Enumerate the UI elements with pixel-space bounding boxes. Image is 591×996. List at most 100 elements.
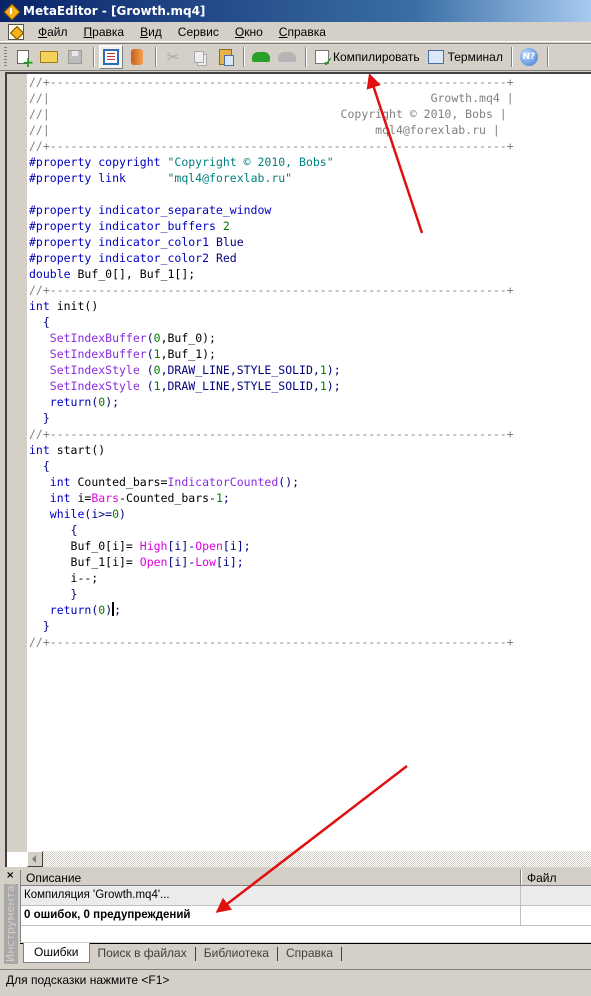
help-icon: N? <box>519 48 538 66</box>
code-token: } <box>29 619 50 633</box>
undo-button[interactable] <box>249 45 273 69</box>
code-line[interactable]: } <box>29 618 591 634</box>
code-line[interactable]: double Buf_0[], Buf_1[]; <box>29 266 591 282</box>
menu-file[interactable]: Файл <box>30 25 76 39</box>
code-line[interactable]: while(i>=0) <box>29 506 591 522</box>
code-token: 0 <box>153 331 161 345</box>
code-line[interactable]: SetIndexBuffer(0,Buf_0); <box>29 330 591 346</box>
code-line[interactable]: //+-------------------------------------… <box>29 634 591 650</box>
code-line[interactable]: //+-------------------------------------… <box>29 426 591 442</box>
navigator-toggle-button[interactable] <box>99 45 123 69</box>
undo-arrow-icon <box>252 52 270 62</box>
column-header-file[interactable]: Файл <box>521 870 591 885</box>
code-token: ( <box>146 331 154 345</box>
menu-window[interactable]: Окно <box>227 25 271 39</box>
code-token: //+-------------------------------------… <box>29 427 514 441</box>
code-token: int <box>29 443 57 457</box>
code-line[interactable]: } <box>29 586 591 602</box>
code-token: { <box>29 459 50 473</box>
terminal-label: Терминал <box>447 50 503 64</box>
tab-search-in-files[interactable]: Поиск в файлах <box>90 944 195 963</box>
help-button[interactable]: N? <box>517 45 541 69</box>
code-line[interactable]: { <box>29 522 591 538</box>
code-line[interactable]: //| Growth.mq4 | <box>29 90 591 106</box>
code-line[interactable] <box>29 186 591 202</box>
code-line[interactable]: #property copyright "Copyright © 2010, B… <box>29 154 591 170</box>
terminal-button[interactable]: Терминал <box>424 45 507 69</box>
code-line[interactable]: SetIndexStyle (1,DRAW_LINE,STYLE_SOLID,1… <box>29 378 591 394</box>
metaeditor-logo-icon <box>4 4 18 18</box>
dictionary-button[interactable] <box>125 45 149 69</box>
code-line[interactable]: { <box>29 458 591 474</box>
toolbar-separator <box>243 47 245 67</box>
code-token: Buf_0[i]= <box>29 539 140 553</box>
code-token: #property indicator_buffers <box>29 219 223 233</box>
code-token: ; <box>114 603 122 617</box>
toolbar-separator <box>155 47 157 67</box>
open-file-button[interactable] <box>37 45 61 69</box>
code-token: ) <box>105 603 113 617</box>
book-icon <box>131 49 143 65</box>
code-token: IndicatorCounted <box>167 475 279 489</box>
document-icon[interactable] <box>8 23 24 40</box>
code-line[interactable]: #property indicator_separate_window <box>29 202 591 218</box>
code-line[interactable]: Buf_0[i]= High[i]-Open[i]; <box>29 538 591 554</box>
code-line[interactable]: int start() <box>29 442 591 458</box>
code-line[interactable]: //+-------------------------------------… <box>29 138 591 154</box>
new-file-button[interactable] <box>11 45 35 69</box>
code-token: ); <box>326 379 341 393</box>
code-area[interactable]: //+-------------------------------------… <box>29 74 591 650</box>
compile-button[interactable]: Компилировать <box>311 45 424 69</box>
menu-help[interactable]: Справка <box>271 25 334 39</box>
close-panel-icon[interactable]: × <box>6 870 14 881</box>
code-line[interactable]: //| mql4@forexlab.ru | <box>29 122 591 138</box>
code-line[interactable]: } <box>29 410 591 426</box>
title-bar: MetaEditor - [Growth.mq4] <box>0 0 591 22</box>
row-description: Компиляция 'Growth.mq4'... <box>21 886 521 905</box>
code-line[interactable]: //+-------------------------------------… <box>29 282 591 298</box>
column-header-description[interactable]: Описание <box>21 870 521 885</box>
code-line[interactable]: return(0); <box>29 602 591 618</box>
code-line[interactable]: SetIndexBuffer(1,Buf_1); <box>29 346 591 362</box>
code-token: //| mql4@forexlab.ru | <box>29 123 500 137</box>
code-line[interactable]: int Counted_bars=IndicatorCounted(); <box>29 474 591 490</box>
list-item[interactable]: 0 ошибок, 0 предупреждений <box>21 906 591 926</box>
code-line[interactable]: //+-------------------------------------… <box>29 74 591 90</box>
code-line[interactable]: SetIndexStyle (0,DRAW_LINE,STYLE_SOLID,1… <box>29 362 591 378</box>
copy-button[interactable] <box>187 45 211 69</box>
tab-help[interactable]: Справка <box>278 944 341 963</box>
code-token: 1 <box>153 347 161 361</box>
code-line[interactable]: { <box>29 314 591 330</box>
code-line[interactable]: Buf_1[i]= Open[i]-Low[i]; <box>29 554 591 570</box>
code-line[interactable]: #property indicator_color2 Red <box>29 250 591 266</box>
scroll-left-arrow-icon[interactable] <box>27 851 43 867</box>
navigator-window-icon <box>103 49 119 65</box>
code-line[interactable]: i--; <box>29 570 591 586</box>
code-token: //| Growth.mq4 | <box>29 91 514 105</box>
code-editor[interactable]: //+-------------------------------------… <box>5 72 591 867</box>
code-line[interactable]: #property indicator_color1 Blue <box>29 234 591 250</box>
save-button[interactable] <box>63 45 87 69</box>
menu-service[interactable]: Сервис <box>170 25 227 39</box>
code-token: ,DRAW_LINE,STYLE_SOLID, <box>160 379 320 393</box>
paste-button[interactable] <box>213 45 237 69</box>
paste-clipboard-icon <box>218 49 234 66</box>
code-line[interactable]: #property indicator_buffers 2 <box>29 218 591 234</box>
toolbar-grip[interactable] <box>4 47 7 67</box>
horizontal-scrollbar[interactable] <box>27 851 591 867</box>
tab-library[interactable]: Библиотека <box>196 944 277 963</box>
code-line[interactable]: int i=Bars-Counted_bars-1; <box>29 490 591 506</box>
menu-edit[interactable]: Правка <box>76 25 133 39</box>
code-line[interactable]: return(0); <box>29 394 591 410</box>
code-line[interactable]: #property link "mql4@forexlab.ru" <box>29 170 591 186</box>
redo-button[interactable] <box>275 45 299 69</box>
tab-errors[interactable]: Ошибки <box>23 943 90 963</box>
redo-arrow-icon <box>278 52 296 62</box>
editor-gutter <box>7 74 27 852</box>
code-token: Open <box>139 555 168 569</box>
menu-view[interactable]: Вид <box>132 25 170 39</box>
code-line[interactable]: //| Copyright © 2010, Bobs | <box>29 106 591 122</box>
cut-button[interactable]: ✂ <box>161 45 185 69</box>
list-item[interactable]: Компиляция 'Growth.mq4'... <box>21 886 591 906</box>
code-line[interactable]: int init() <box>29 298 591 314</box>
